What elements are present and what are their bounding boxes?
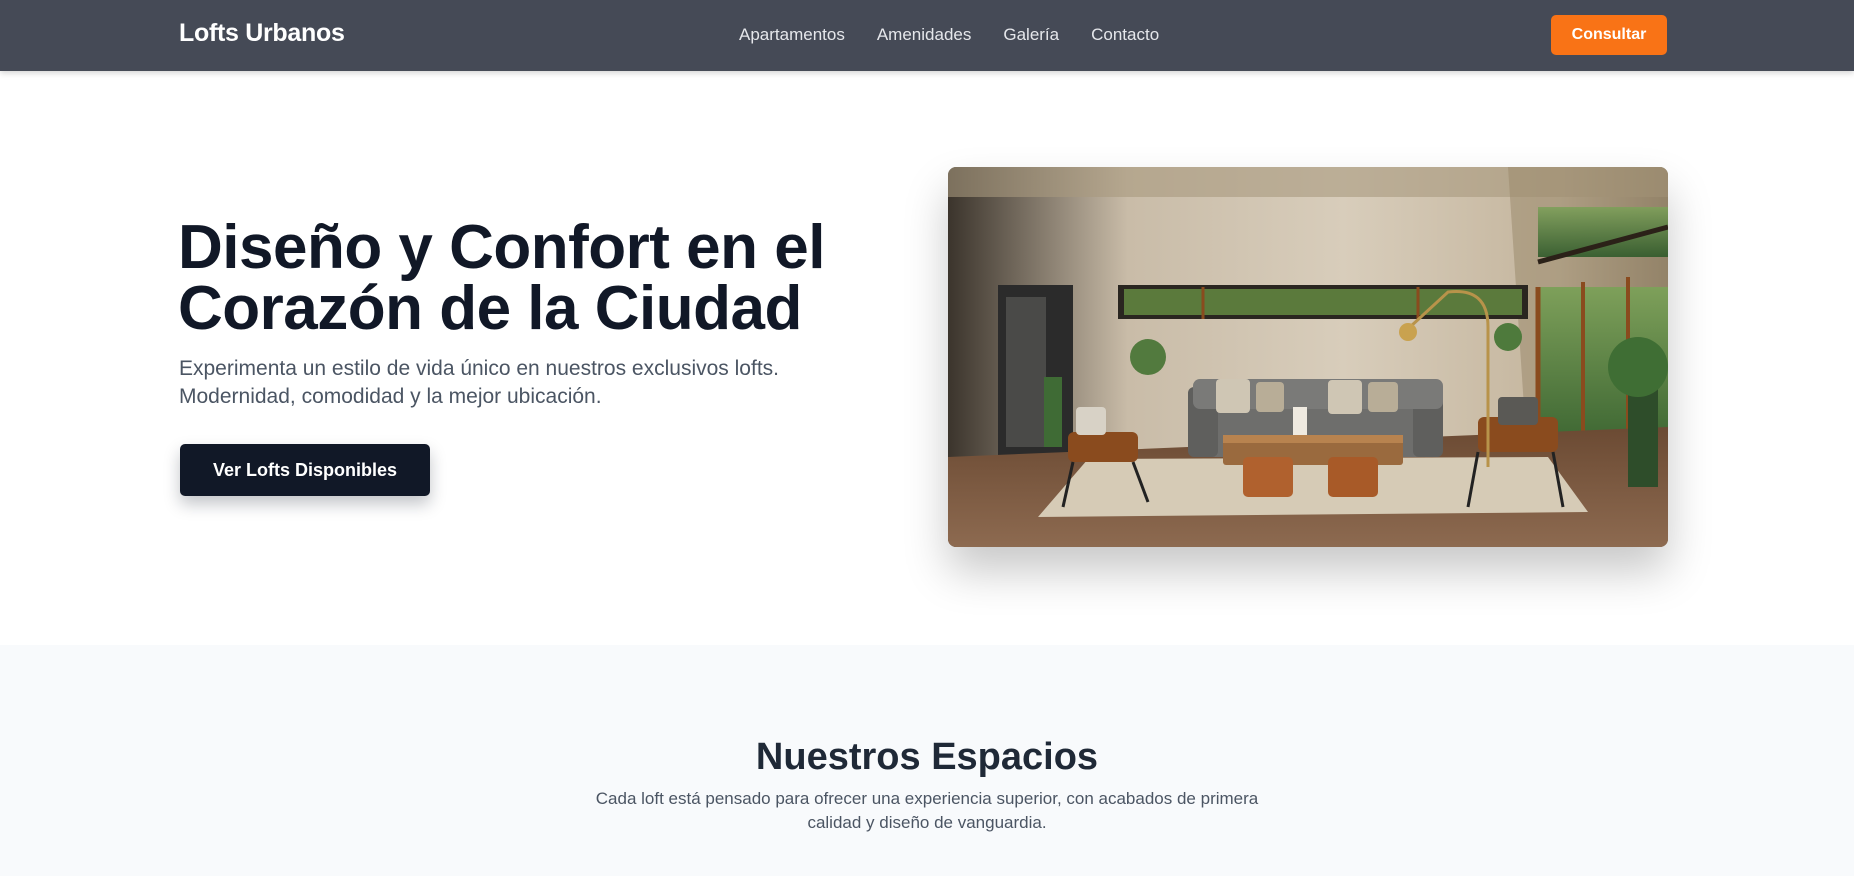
view-lofts-button[interactable]: Ver Lofts Disponibles [180, 444, 430, 496]
top-navbar: Lofts Urbanos Apartamentos Amenidades Ga… [0, 0, 1854, 71]
spaces-description: Cada loft está pensado para ofrecer una … [595, 789, 1259, 832]
site-logo[interactable]: Lofts Urbanos [179, 19, 345, 48]
consultar-button[interactable]: Consultar [1551, 15, 1667, 55]
nav-link-contacto[interactable]: Contacto [1091, 25, 1159, 45]
main-nav: Apartamentos Amenidades Galería Contacto [739, 25, 1159, 45]
hero-section: Diseño y Confort en el Corazón de la Ciu… [0, 71, 1854, 645]
spaces-title: Nuestros Espacios [755, 736, 1099, 778]
nav-link-apartamentos[interactable]: Apartamentos [739, 25, 845, 45]
spaces-section: Nuestros Espacios Cada loft está pensado… [0, 645, 1854, 876]
hero-subtitle: Experimenta un estilo de vida único en n… [179, 357, 779, 408]
nav-link-amenidades[interactable]: Amenidades [877, 25, 972, 45]
loft-living-room-image [948, 167, 1668, 547]
nav-link-galeria[interactable]: Galería [1003, 25, 1059, 45]
hero-title: Diseño y Confort en el Corazón de la Ciu… [178, 213, 825, 343]
